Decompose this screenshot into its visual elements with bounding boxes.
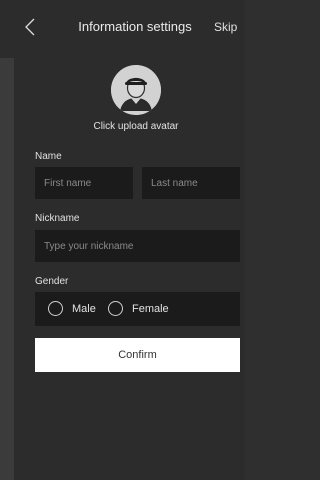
male-radio[interactable] [48, 301, 63, 316]
first-name-input[interactable] [35, 167, 133, 199]
gender-label: Gender [35, 276, 69, 287]
page-title: Information settings [78, 19, 192, 34]
male-radio-label[interactable]: Male [72, 303, 96, 315]
upload-avatar-label[interactable]: Click upload avatar [75, 121, 197, 132]
avatar-upload-button[interactable] [111, 65, 161, 115]
header-bar: Information settings Skip [0, 0, 245, 58]
back-button[interactable] [21, 16, 39, 38]
female-radio[interactable] [108, 301, 123, 316]
user-avatar-icon [111, 65, 161, 115]
nickname-input[interactable] [35, 230, 240, 262]
nickname-label: Nickname [35, 213, 80, 224]
chevron-left-icon [25, 18, 35, 36]
skip-button[interactable]: Skip [214, 20, 237, 34]
confirm-button[interactable]: Confirm [35, 338, 240, 372]
gender-selector: Male Female [35, 292, 240, 326]
name-label: Name [35, 151, 62, 162]
last-name-input[interactable] [142, 167, 240, 199]
female-radio-label[interactable]: Female [132, 303, 169, 315]
left-edge-strip [0, 0, 14, 480]
